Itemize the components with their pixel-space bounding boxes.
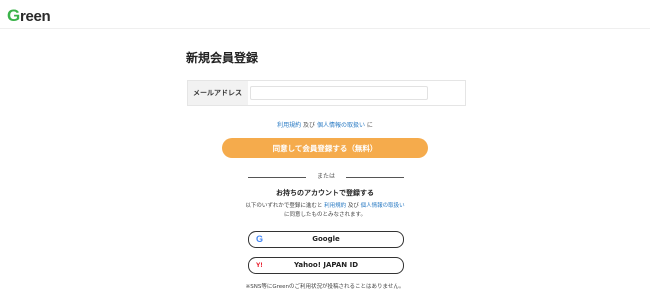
social-note-suffix: に同意したものとみなされます。 bbox=[284, 212, 366, 218]
social-note-and: 及び bbox=[347, 203, 359, 209]
google-signup-button[interactable]: G Google bbox=[248, 231, 404, 248]
yahoo-button-label: Yahoo! JAPAN ID bbox=[293, 261, 359, 269]
social-note-prefix: 以下のいずれかで登録に進むと bbox=[245, 203, 323, 209]
or-divider: または bbox=[248, 172, 404, 182]
page-title: 新規会員登録 bbox=[186, 51, 259, 65]
terms-suffix-text: に bbox=[366, 122, 373, 129]
header: Green bbox=[0, 0, 650, 29]
social-terms-link[interactable]: 利用規約 bbox=[324, 203, 346, 209]
terms-and-text: 及び bbox=[303, 122, 316, 129]
yahoo-signup-button[interactable]: Y! Yahoo! JAPAN ID bbox=[248, 257, 404, 274]
register-button[interactable]: 同意して会員登録する（無料） bbox=[222, 138, 428, 158]
social-login-title: お持ちのアカウントで登録する bbox=[276, 189, 374, 197]
green-logo[interactable]: Green bbox=[7, 6, 51, 26]
logo-initial: G bbox=[7, 6, 20, 25]
email-label: メールアドレス bbox=[188, 81, 248, 105]
terms-agreement-text: 利用規約 及び 個人情報の取扱い に bbox=[0, 120, 650, 129]
sns-disclaimer: ※SNS等にGreenのご利用状況が投稿されることはありません。 bbox=[245, 284, 405, 290]
email-input[interactable] bbox=[250, 86, 428, 100]
social-privacy-link[interactable]: 個人情報の取扱い bbox=[361, 203, 405, 209]
email-form-row: メールアドレス bbox=[187, 80, 466, 106]
divider-line-right bbox=[346, 177, 404, 178]
google-button-label: Google bbox=[312, 235, 340, 243]
terms-link[interactable]: 利用規約 bbox=[277, 122, 301, 129]
social-login-note: 以下のいずれかで登録に進むと 利用規約 及び 個人情報の取扱い に同意したものと… bbox=[0, 202, 650, 220]
privacy-link[interactable]: 個人情報の取扱い bbox=[317, 122, 365, 129]
logo-text: reen bbox=[19, 8, 51, 25]
